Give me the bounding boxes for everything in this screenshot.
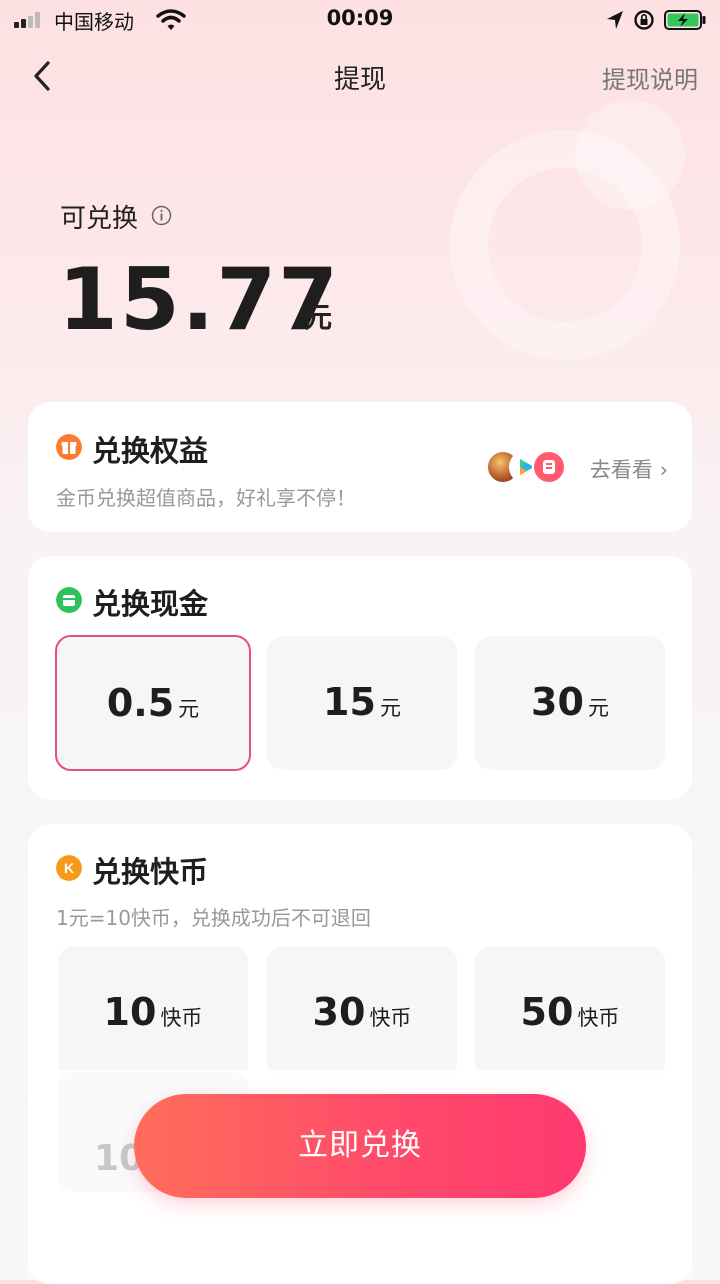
option-unit: 元 [587,696,609,720]
coins-title: 兑换快币 [92,855,209,889]
coin-option-10[interactable]: 10 快币 [58,946,248,1080]
kuaibi-coin-icon: K [56,855,82,881]
info-icon[interactable] [151,205,172,226]
status-bar: 中国移动 00:09 [0,0,720,40]
option-value: 30 [531,680,584,724]
benefits-title: 兑换权益 [92,434,209,468]
option-unit: 元 [178,697,200,721]
option-value: 50 [520,990,574,1034]
option-unit: 快币 [160,1006,203,1030]
background-decoration [575,100,685,210]
cash-option-0-5[interactable]: 0.5 元 [55,635,251,771]
option-unit: 快币 [577,1006,620,1030]
withdraw-instructions-link[interactable]: 提现说明 [602,60,698,95]
benefits-card[interactable]: 兑换权益 金币兑换超值商品，好礼享不停！ 去看看 › [28,402,692,532]
gift-icon [56,434,82,460]
balance-label: 可兑换 [60,204,139,234]
benefit-app-icons [486,450,566,486]
benefits-subtitle: 金币兑换超值商品，好礼享不停！ [56,486,356,510]
option-value: 10 [103,990,157,1034]
option-unit: 元 [379,696,401,720]
cash-wallet-icon [56,587,82,613]
option-value: 0.5 [106,681,175,725]
rotation-lock-icon [634,10,654,30]
option-value: 15 [323,680,376,724]
balance-unit: 元 [304,301,333,334]
coins-subtitle: 1元=10快币，兑换成功后不可退回 [56,906,371,930]
option-value: 30 [312,990,366,1034]
location-arrow-icon [607,11,623,29]
coin-option-30[interactable]: 30 快币 [267,946,457,1080]
balance-amount: 15.77 [58,250,341,350]
battery-charging-icon [664,10,706,30]
option-unit: 快币 [369,1006,412,1030]
coin-option-50[interactable]: 50 快币 [475,946,665,1080]
see-more-link[interactable]: 去看看 › [590,454,668,484]
cash-option-15[interactable]: 15 元 [267,636,457,770]
cash-option-30[interactable]: 30 元 [475,636,665,770]
exchange-now-button[interactable]: 立即兑换 [134,1094,586,1198]
svg-text:K: K [64,860,74,876]
nav-bar: 提现 提现说明 [0,46,720,106]
cash-title: 兑换现金 [92,587,209,621]
app-logo-icon [532,450,566,484]
